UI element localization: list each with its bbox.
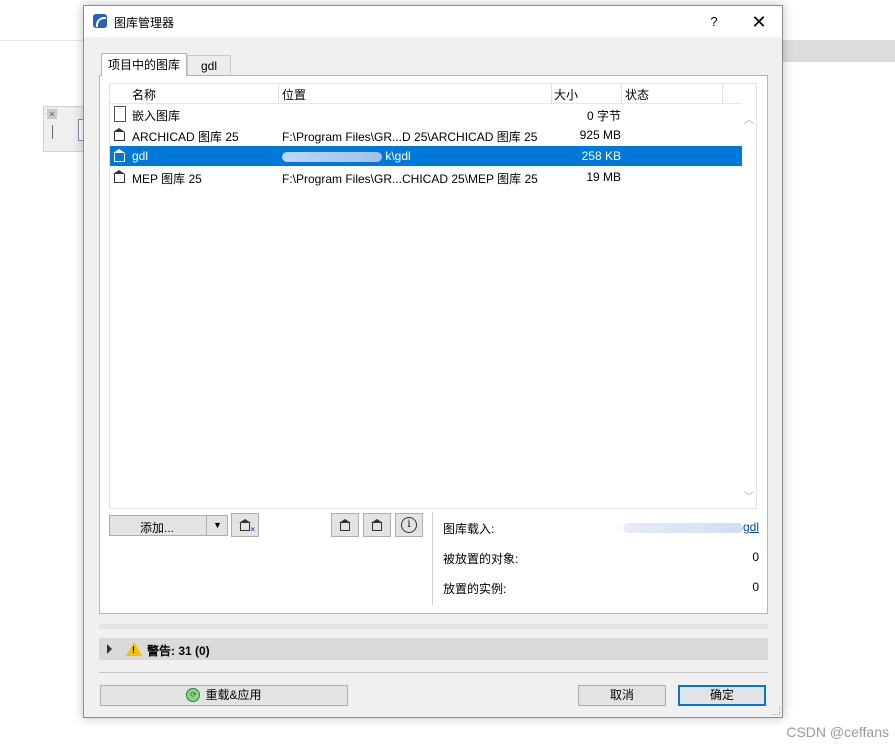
- row-location: k\gdl: [385, 149, 411, 163]
- tab-project-libraries[interactable]: 项目中的图库: [101, 53, 188, 77]
- chevron-down-icon[interactable]: ▼: [206, 516, 228, 535]
- row-name: 嵌入图库: [132, 109, 181, 123]
- expand-arrow-icon[interactable]: [107, 644, 112, 654]
- warnings-section[interactable]: ! 警告: 31 (0): [99, 638, 768, 660]
- dialog-title: 图库管理器: [114, 16, 175, 30]
- scroll-down-icon[interactable]: ﹀: [744, 488, 754, 503]
- table-row[interactable]: 嵌入图库 0 字节: [110, 104, 742, 124]
- library-document-icon: [339, 519, 351, 531]
- row-location: F:\Program Files\GR...D 25\ARCHICAD 图库 2…: [282, 130, 538, 144]
- column-header-size[interactable]: 大小: [554, 86, 578, 103]
- row-size: 19 MB: [586, 170, 621, 184]
- column-header-location[interactable]: 位置: [282, 86, 306, 103]
- title-bar: 图库管理器 ? ✕: [84, 6, 782, 37]
- list-scrollbar[interactable]: ︿ ﹀: [742, 103, 756, 508]
- background-mini-palette: ×: [43, 106, 88, 152]
- footer-separator: [99, 672, 768, 673]
- help-button[interactable]: ?: [704, 12, 724, 32]
- library-settings-icon: [371, 519, 383, 531]
- add-library-button[interactable]: 添加... ▼: [109, 515, 228, 536]
- reload-apply-button[interactable]: ⟳ 重载&应用: [100, 685, 348, 706]
- placed-objects-label: 被放置的对象:: [443, 552, 519, 566]
- library-loaded-link[interactable]: gdl: [743, 520, 759, 534]
- palette-close-icon: ×: [47, 109, 57, 119]
- document-icon: [114, 106, 126, 122]
- row-location-redacted: k\gdl: [282, 149, 411, 163]
- redaction-blur: [622, 522, 743, 533]
- panel-divider: [432, 512, 433, 605]
- resize-grip-icon[interactable]: [771, 706, 780, 715]
- placed-objects-value: 0: [752, 550, 759, 564]
- tab-gdl[interactable]: gdl: [187, 55, 231, 76]
- row-name: gdl: [132, 149, 149, 163]
- info-icon: i: [401, 517, 417, 533]
- library-icon: [112, 128, 127, 141]
- library-loaded-value[interactable]: gdl: [622, 520, 759, 534]
- row-name: MEP 图库 25: [132, 172, 202, 186]
- column-header-status[interactable]: 状态: [625, 86, 649, 103]
- archicad-app-icon: [93, 14, 107, 28]
- cancel-button[interactable]: 取消: [578, 685, 666, 706]
- reload-apply-label: 重载&应用: [205, 688, 262, 702]
- row-size: 0 字节: [586, 109, 621, 123]
- reload-icon: ⟳: [186, 687, 201, 702]
- table-row[interactable]: MEP 图库 25 F:\Program Files\GR...CHICAD 2…: [110, 167, 742, 187]
- scroll-up-icon[interactable]: ︿: [744, 111, 754, 126]
- table-row-selected[interactable]: gdl k\gdl 258 KB: [110, 146, 742, 166]
- library-manager-dialog: 图库管理器 ? ✕ 项目中的图库 gdl 名称 位置 大小 状态 嵌入图库 0 …: [83, 5, 783, 718]
- library-icon: [112, 170, 127, 183]
- redaction-blur: [282, 151, 382, 162]
- section-separator: [99, 624, 768, 629]
- library-loaded-label: 图库载入:: [443, 522, 495, 536]
- row-size: 925 MB: [579, 128, 621, 142]
- table-row[interactable]: ARCHICAD 图库 25 F:\Program Files\GR...D 2…: [110, 125, 742, 145]
- info-button[interactable]: i: [395, 513, 423, 537]
- row-name: ARCHICAD 图库 25: [132, 130, 239, 144]
- close-button[interactable]: ✕: [746, 11, 772, 33]
- ok-button[interactable]: 确定: [678, 685, 766, 706]
- warning-icon-mark: !: [132, 645, 135, 655]
- placed-instances-value: 0: [752, 580, 759, 594]
- row-location: F:\Program Files\GR...CHICAD 25\MEP 图库 2…: [282, 172, 538, 186]
- library-icon: [112, 149, 127, 162]
- library-open-button[interactable]: [331, 513, 359, 537]
- row-size: 258 KB: [581, 149, 621, 163]
- add-button-label: 添加...: [140, 521, 175, 535]
- library-settings-button[interactable]: [363, 513, 391, 537]
- placed-instances-label: 放置的实例:: [443, 582, 507, 596]
- background-toolbar-strip: [783, 40, 895, 62]
- library-remove-icon: [239, 519, 251, 531]
- library-list[interactable]: 名称 位置 大小 状态 嵌入图库 0 字节 ARCHICAD 图库 25 F:\…: [109, 83, 757, 509]
- remove-badge-icon: ×: [250, 525, 255, 534]
- remove-library-button[interactable]: ×: [231, 513, 259, 537]
- column-header-name[interactable]: 名称: [132, 86, 156, 103]
- warnings-label: 警告: 31 (0): [147, 644, 210, 658]
- tab-panel: 名称 位置 大小 状态 嵌入图库 0 字节 ARCHICAD 图库 25 F:\…: [99, 75, 768, 614]
- watermark: CSDN @ceffans: [786, 724, 889, 740]
- list-header: 名称 位置 大小 状态: [110, 84, 742, 104]
